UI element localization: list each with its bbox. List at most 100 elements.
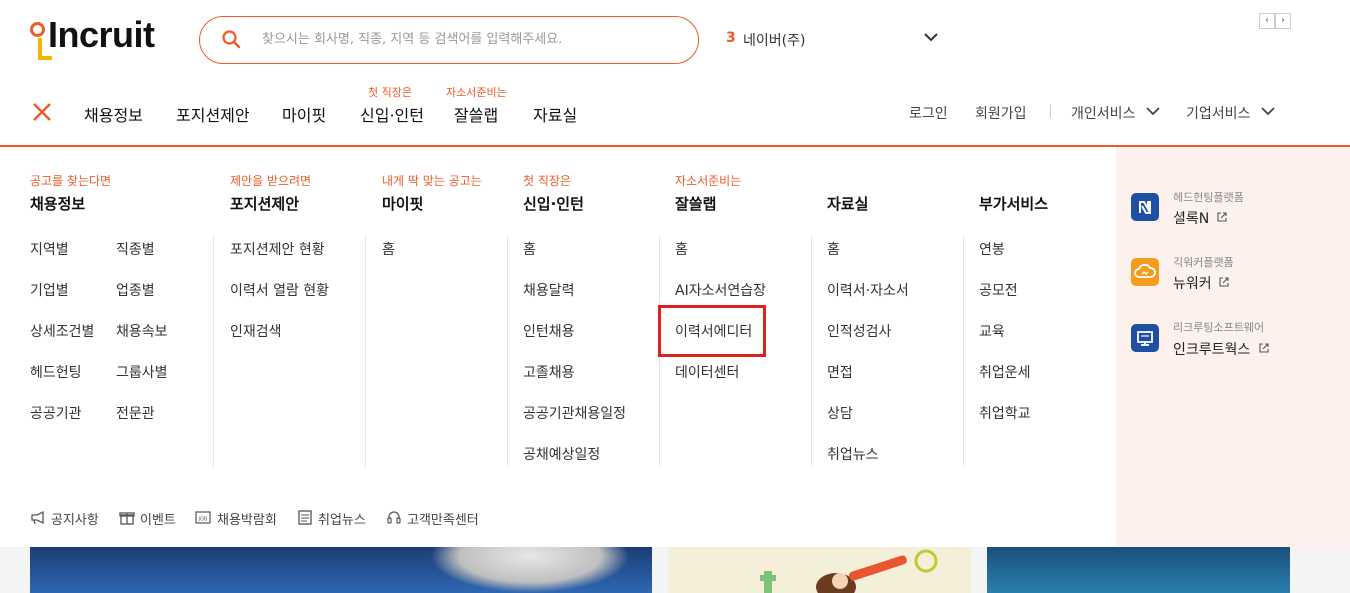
chevron-down-icon[interactable] [1260, 104, 1276, 118]
menu-link[interactable]: 이력서 열람 현황 [230, 280, 329, 300]
col-tag: 첫 직장은 [523, 174, 571, 188]
menu-link[interactable]: 홈 [523, 239, 536, 259]
menu-link[interactable]: 채용속보 [116, 321, 168, 341]
menu-link[interactable]: 인재검색 [230, 321, 282, 341]
pager-prev-button[interactable]: ‹ [1259, 13, 1275, 29]
external-link-icon [1217, 212, 1227, 222]
svg-text:JOB: JOB [198, 517, 208, 523]
menu-link[interactable]: 지역별 [30, 239, 69, 259]
banner-satellite [430, 547, 630, 593]
menu-link[interactable]: 교육 [979, 321, 1005, 341]
menu-link[interactable]: 취업운세 [979, 362, 1031, 382]
col-title[interactable]: 채용정보 [30, 193, 85, 214]
banner-pager: ‹ › [1259, 13, 1291, 29]
menu-link[interactable]: 취업뉴스 [827, 444, 879, 464]
menu-link[interactable]: 그룹사별 [116, 362, 168, 382]
search-input[interactable] [262, 28, 682, 50]
job-fair-link[interactable]: 채용박람회 [217, 509, 277, 528]
menu-link[interactable]: 포지션제안 현황 [230, 239, 325, 259]
menu-link[interactable]: 데이터센터 [675, 362, 739, 382]
menu-link[interactable]: 연봉 [979, 239, 1005, 259]
menu-link[interactable]: 홈 [382, 239, 395, 259]
service-sherlock-link[interactable]: 셜록N [1173, 208, 1209, 228]
menu-link[interactable]: 이력서·자소서 [827, 280, 909, 300]
menu-link[interactable]: 직종별 [116, 239, 155, 259]
telescope-illustration [760, 549, 938, 593]
corporate-service-menu[interactable]: 기업서비스 [1186, 103, 1250, 123]
trending-keyword[interactable]: 네이버(주) [743, 30, 805, 50]
cloud-icon[interactable] [1131, 258, 1159, 286]
gnb-item-myfit[interactable]: 마이핏 [282, 102, 326, 126]
service-incruitworks-link[interactable]: 인크루트웍스 [1173, 339, 1250, 359]
headset-icon [387, 511, 401, 524]
search-icon[interactable] [221, 29, 241, 49]
menu-link[interactable]: 인적성검사 [827, 321, 891, 341]
service-category: 헤드헌팅플랫폼 [1173, 191, 1244, 204]
menu-link[interactable]: 전문관 [116, 403, 155, 423]
megaphone-icon [31, 510, 44, 525]
gnb-item-library[interactable]: 자료실 [533, 102, 577, 126]
menu-link[interactable]: 공공기관 [30, 403, 82, 423]
external-link-icon [1259, 343, 1269, 353]
signup-link[interactable]: 회원가입 [975, 103, 1027, 123]
news-icon [298, 510, 312, 525]
menu-link[interactable]: 공채예상일정 [523, 444, 600, 464]
col-tag: 공고를 찾는다면 [30, 174, 112, 188]
column-divider [365, 236, 366, 467]
chevron-down-icon[interactable] [1145, 104, 1161, 118]
brand-logo[interactable]: Incruit [48, 14, 155, 56]
gnb-item-recruit[interactable]: 채용정보 [84, 102, 143, 126]
col-title[interactable]: 신입·인턴 [523, 193, 584, 214]
menu-link[interactable]: 인턴채용 [523, 321, 575, 341]
external-link-icon [1219, 277, 1229, 287]
menu-link[interactable]: AI자소서연습장 [675, 280, 766, 300]
logo-ring [30, 22, 45, 37]
col-title[interactable]: 포지션제안 [230, 193, 299, 214]
service-category: 긱워커플랫폼 [1173, 256, 1234, 269]
trending-rank-number: 3 [726, 30, 736, 46]
menu-link[interactable]: 공공기관채용일정 [523, 403, 626, 423]
menu-link[interactable]: 면접 [827, 362, 853, 382]
menu-link[interactable]: 상세조건별 [30, 321, 94, 341]
gnb-item-writelab[interactable]: 잘쓸랩 [454, 102, 498, 126]
col-title[interactable]: 자료실 [827, 193, 868, 214]
col-title[interactable]: 마이핏 [382, 193, 423, 214]
banner-illustration[interactable] [668, 547, 971, 593]
monitor-icon[interactable] [1131, 324, 1159, 352]
pager-next-button[interactable]: › [1275, 13, 1291, 29]
menu-link[interactable]: 홈 [675, 239, 688, 259]
employment-news-link[interactable]: 취업뉴스 [318, 509, 366, 528]
menu-link[interactable]: 헤드헌팅 [30, 362, 82, 382]
gnb-tag-newcomer: 첫 직장은 [368, 86, 412, 99]
gnb-item-position[interactable]: 포지션제안 [176, 102, 250, 126]
service-newworker-link[interactable]: 뉴워커 [1173, 273, 1212, 293]
close-icon[interactable] [31, 101, 53, 123]
login-link[interactable]: 로그인 [909, 103, 948, 123]
col-tag: 자소서준비는 [675, 174, 742, 188]
col-tag: 제안을 받으려면 [230, 174, 312, 188]
chevron-down-icon[interactable] [921, 30, 941, 46]
util-divider [1050, 104, 1051, 118]
gift-icon [119, 512, 135, 525]
menu-link[interactable]: 공모전 [979, 280, 1018, 300]
menu-link[interactable]: 고졸채용 [523, 362, 575, 382]
menu-link[interactable]: 채용달력 [523, 280, 575, 300]
event-link[interactable]: 이벤트 [140, 509, 176, 528]
notice-link[interactable]: 공지사항 [51, 509, 99, 528]
personal-service-menu[interactable]: 개인서비스 [1071, 103, 1135, 123]
menu-link[interactable]: 홈 [827, 239, 840, 259]
n-logo-icon[interactable] [1131, 193, 1159, 221]
customer-center-link[interactable]: 고객만족센터 [407, 509, 479, 528]
highlight-box [658, 305, 766, 357]
service-category: 리크루팅소프트웨어 [1173, 321, 1265, 334]
column-divider [811, 236, 812, 467]
menu-link[interactable]: 기업별 [30, 280, 69, 300]
banner-city[interactable] [987, 547, 1290, 593]
gnb-tag-writelab: 자소서준비는 [446, 86, 507, 99]
menu-link[interactable]: 상담 [827, 403, 853, 423]
gnb-item-newcomer[interactable]: 신입·인턴 [360, 102, 424, 126]
menu-link[interactable]: 업종별 [116, 280, 155, 300]
col-title[interactable]: 잘쓸랩 [675, 193, 716, 214]
menu-link[interactable]: 취업학교 [979, 403, 1031, 423]
col-title[interactable]: 부가서비스 [979, 193, 1048, 214]
